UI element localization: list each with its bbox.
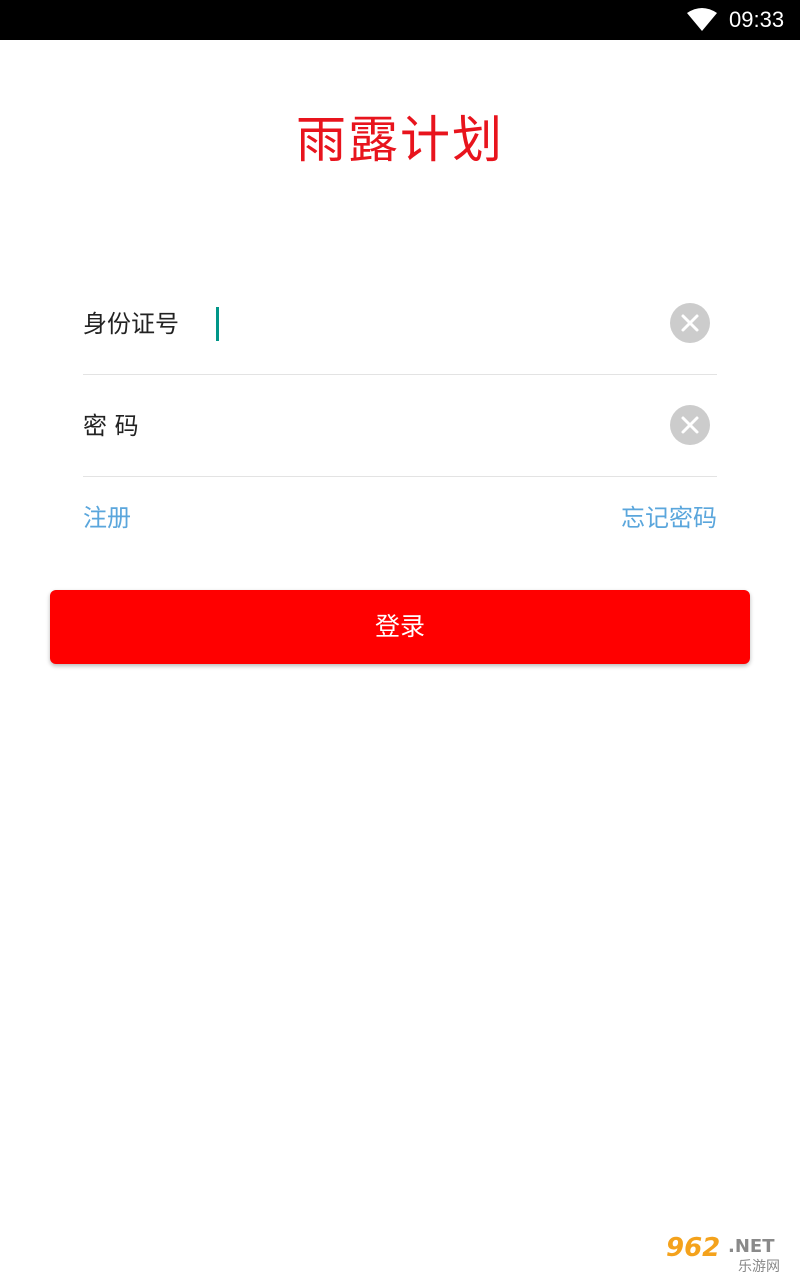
password-input[interactable] — [223, 404, 657, 450]
text-cursor — [216, 307, 219, 341]
clear-icon — [681, 416, 699, 434]
app-title: 雨露计划 — [296, 111, 504, 169]
id-number-clear-button[interactable] — [670, 303, 710, 343]
status-bar: 09:33 — [0, 0, 800, 40]
id-number-input[interactable] — [223, 302, 657, 348]
register-link[interactable]: 注册 — [83, 502, 131, 534]
status-time: 09:33 — [729, 7, 785, 32]
forgot-password-link[interactable]: 忘记密码 — [621, 502, 717, 534]
password-label: 密 码 — [83, 412, 139, 440]
svg-text:乐游网: 乐游网 — [738, 1259, 780, 1274]
svg-text:.NET: .NET — [728, 1236, 775, 1257]
password-row: 密 码 — [83, 376, 717, 477]
password-clear-button[interactable] — [670, 405, 710, 445]
id-number-label: 身份证号 — [83, 310, 179, 338]
clear-icon — [681, 314, 699, 332]
watermark-logo: 962 .NET 乐游网 — [660, 1230, 796, 1275]
login-button[interactable]: 登录 — [50, 590, 750, 664]
id-number-row: 身份证号 — [83, 274, 717, 375]
login-screen: 09:33 雨露计划 身份证号 密 码 注册 忘记密码 登录 962 .NET … — [0, 0, 800, 1280]
svg-text:962: 962 — [666, 1233, 720, 1263]
wifi-icon — [686, 8, 718, 32]
